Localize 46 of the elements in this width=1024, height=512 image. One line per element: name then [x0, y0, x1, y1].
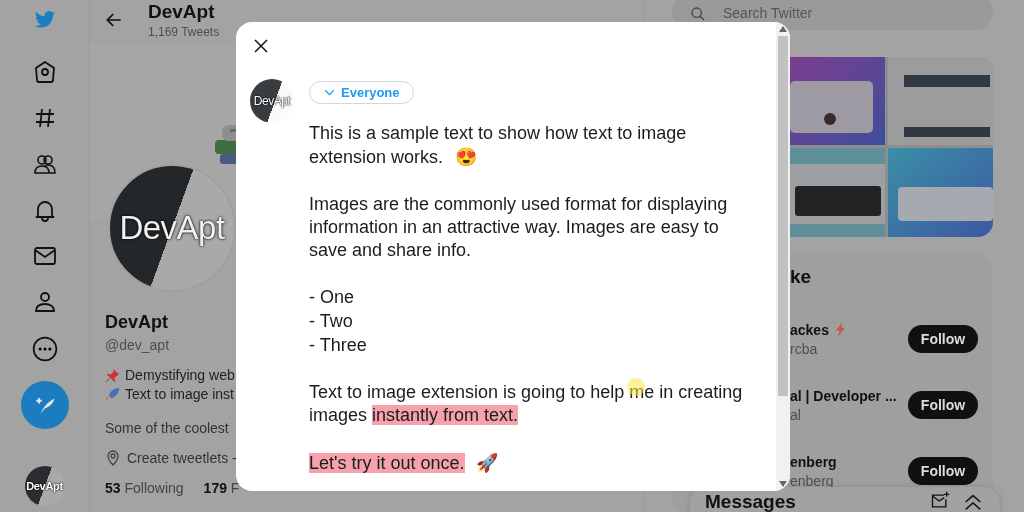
list-line: - Two [309, 310, 354, 333]
follow-stat-link[interactable]: 53 Following [105, 480, 184, 496]
profile-title: DevApt [148, 0, 216, 23]
new-message-icon[interactable] [930, 491, 950, 511]
follow-button[interactable]: Follow [908, 391, 978, 419]
account-handle: al [790, 406, 802, 423]
list-line: - One [309, 286, 356, 309]
follow-button[interactable]: Follow [908, 325, 978, 353]
post-text: Images are the commonly used format for displaying information in an attractive way. Images are easy to save and share info. [309, 193, 729, 262]
messages-title: Messages [705, 492, 797, 512]
scrollbar-thumb[interactable] [778, 36, 788, 396]
scroll-up-arrow-icon[interactable] [779, 26, 787, 32]
search-icon [690, 6, 706, 22]
bio-text: Text to image inst [125, 386, 234, 402]
account-name: al | Developer ... [790, 387, 897, 404]
location-icon [105, 450, 121, 466]
pushpin-icon [105, 367, 120, 383]
follow-stat-link[interactable]: 179 F [203, 480, 240, 496]
post-text: This is a sample text to show how text to image extension works. 😍 [309, 122, 688, 169]
profile-icon[interactable] [32, 290, 57, 314]
people-icon[interactable] [32, 152, 57, 176]
profile-handle: @dev_apt [105, 337, 170, 353]
scrollbar[interactable] [776, 22, 790, 491]
scroll-down-arrow-icon[interactable] [779, 481, 787, 487]
home-icon[interactable] [32, 60, 57, 84]
search-field[interactable]: Search Twitter [672, 0, 993, 30]
bio-text: Demystifying web [125, 367, 235, 383]
rocket-icon [105, 386, 120, 402]
avatar-text: DevApt [26, 480, 63, 492]
list-line: - Three [309, 334, 368, 357]
post-text: Let's try it out once. 🚀 [309, 451, 500, 475]
account-name: ackes [790, 321, 829, 338]
mail-icon[interactable] [32, 244, 57, 268]
follow-button[interactable]: Follow [908, 457, 978, 485]
account-name: enberg [790, 453, 837, 470]
account-handle: enberg [790, 472, 835, 489]
messages-dock[interactable]: Messages [690, 487, 1000, 512]
location-text: Create tweetlets - [127, 450, 237, 466]
more-icon[interactable] [31, 336, 58, 362]
account-handle: rcba [790, 340, 819, 357]
tweet-count: 1,169 Tweets [148, 24, 220, 39]
close-icon[interactable] [253, 38, 269, 54]
post-text: Text to image extension is going to help me in creating images instantly from text. [309, 381, 744, 427]
profile-name: DevApt [105, 312, 168, 333]
section-heading: ke [790, 266, 813, 288]
profile-about: Some of the coolest [105, 420, 229, 436]
